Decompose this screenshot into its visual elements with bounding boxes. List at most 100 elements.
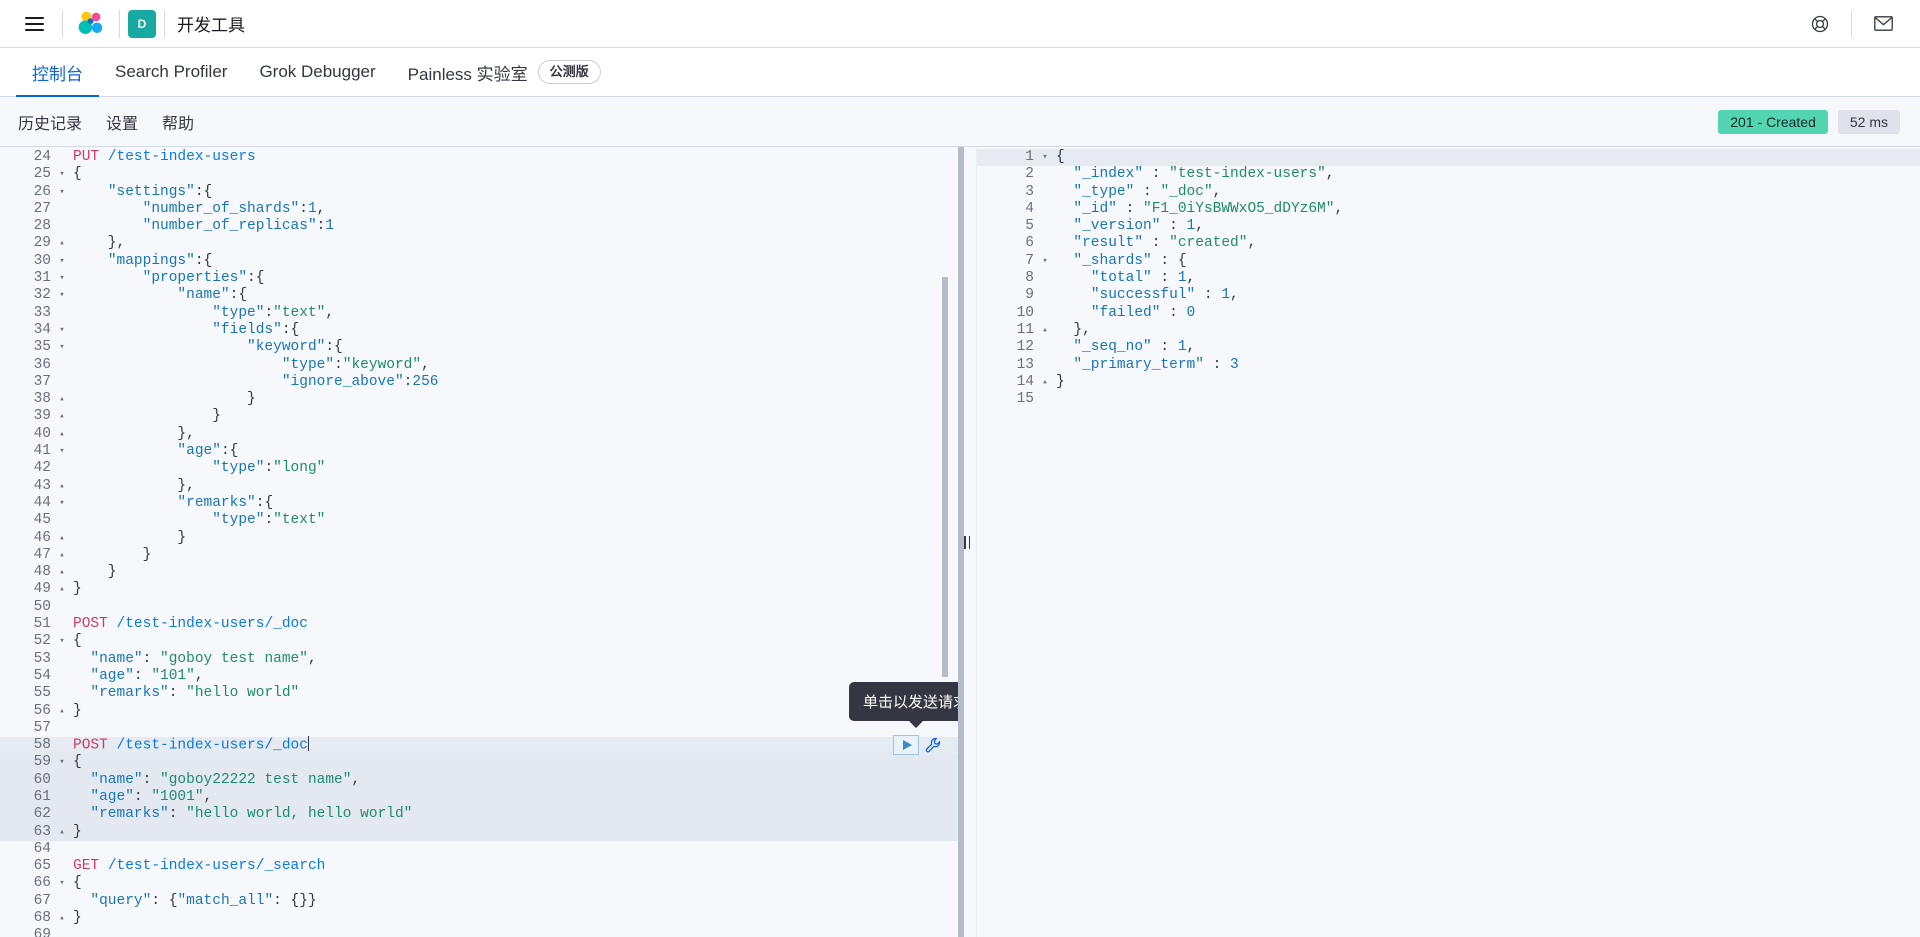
request-line[interactable]: 55 "remarks": "hello world" (0, 685, 958, 702)
tab-grok-debugger[interactable]: Grok Debugger (243, 48, 391, 96)
fold-toggle-icon[interactable]: ▾ (56, 875, 68, 892)
tab-console[interactable]: 控制台 (16, 48, 99, 97)
pane-splitter[interactable] (958, 147, 976, 937)
request-line[interactable]: 41 ▾ "age":{ (0, 443, 958, 460)
fold-toggle-icon[interactable]: ▴ (1039, 374, 1051, 391)
request-line[interactable]: 58 POST /test-index-users/_doc (0, 735, 958, 755)
request-line[interactable]: 28 "number_of_replicas":1 (0, 218, 958, 235)
fold-toggle-icon[interactable]: ▾ (56, 633, 68, 650)
request-line[interactable]: 56 ▴} (0, 703, 958, 720)
request-line[interactable]: 29 ▴ }, (0, 235, 958, 252)
help-lifering-button[interactable] (1797, 0, 1843, 48)
elastic-logo-button[interactable] (71, 4, 111, 44)
request-line[interactable]: 47 ▴ } (0, 547, 958, 564)
response-line[interactable]: 11 ▴ }, (977, 322, 1920, 339)
response-line[interactable]: 3 "_type" : "_doc", (977, 184, 1920, 201)
fold-toggle-icon[interactable]: ▾ (1039, 253, 1051, 270)
response-line[interactable]: 15 (977, 391, 1920, 408)
fold-toggle-icon[interactable]: ▾ (1039, 149, 1051, 166)
response-line[interactable]: 7 ▾ "_shards" : { (977, 253, 1920, 270)
request-line[interactable]: 46 ▴ } (0, 530, 958, 547)
request-line[interactable]: 37 "ignore_above":256 (0, 374, 958, 391)
space-avatar[interactable]: D (128, 9, 156, 38)
request-line[interactable]: 49 ▴} (0, 581, 958, 598)
request-line[interactable]: 63 ▴} (0, 823, 958, 841)
fold-toggle-icon[interactable]: ▾ (56, 166, 68, 183)
request-line[interactable]: 35 ▾ "keyword":{ (0, 339, 958, 356)
fold-toggle-icon[interactable]: ▴ (56, 530, 68, 547)
request-line[interactable]: 42 "type":"long" (0, 460, 958, 477)
request-line[interactable]: 64 (0, 841, 958, 858)
response-line[interactable]: 10 "failed" : 0 (977, 305, 1920, 322)
history-link[interactable]: 历史记录 (16, 110, 94, 134)
play-request-button[interactable] (893, 735, 919, 756)
response-line[interactable]: 4 "_id" : "F1_0iYsBWWxO5_dDYz6M", (977, 201, 1920, 218)
request-line[interactable]: 60 "name": "goboy22222 test name", (0, 771, 958, 789)
request-line[interactable]: 44 ▾ "remarks":{ (0, 495, 958, 512)
help-link[interactable]: 帮助 (150, 110, 206, 134)
fold-toggle-icon[interactable]: ▾ (56, 287, 68, 304)
response-line[interactable]: 5 "_version" : 1, (977, 218, 1920, 235)
fold-toggle-icon[interactable]: ▾ (56, 754, 68, 771)
fold-toggle-icon[interactable]: ▾ (56, 495, 68, 512)
request-editor-code[interactable]: 24 PUT /test-index-users 25 ▾ {26 ▾ "settings… (0, 147, 958, 937)
request-line[interactable]: 59 ▾ { (0, 754, 958, 772)
request-line[interactable]: 69 (0, 927, 958, 937)
response-line[interactable]: 6 "result" : "created", (977, 235, 1920, 252)
request-line[interactable]: 61 "age": "1001", (0, 788, 958, 807)
fold-toggle-icon[interactable]: ▾ (56, 443, 68, 460)
request-line[interactable]: 53 "name": "goboy test name", (0, 651, 958, 668)
editor-scrollbar[interactable] (942, 277, 948, 677)
request-editor-pane[interactable]: 24 PUT /test-index-users 25 ▾ {26 ▾ "settings… (0, 147, 958, 937)
request-line[interactable]: 48 ▴ } (0, 564, 958, 581)
request-line[interactable]: 50 (0, 599, 958, 616)
fold-toggle-icon[interactable]: ▴ (56, 391, 68, 408)
hamburger-menu-button[interactable] (14, 4, 54, 44)
request-line[interactable]: 51 POST /test-index-users/_doc (0, 616, 958, 633)
fold-toggle-icon[interactable]: ▾ (56, 184, 68, 201)
request-line[interactable]: 30 ▾ "mappings":{ (0, 253, 958, 270)
run-request-actions[interactable] (893, 735, 943, 756)
fold-toggle-icon[interactable]: ▴ (56, 564, 68, 581)
request-line[interactable]: 43 ▴ }, (0, 478, 958, 495)
fold-toggle-icon[interactable]: ▾ (56, 339, 68, 356)
fold-toggle-icon[interactable]: ▴ (56, 824, 68, 841)
request-line[interactable]: 34 ▾ "fields":{ (0, 322, 958, 339)
fold-toggle-icon[interactable]: ▴ (56, 581, 68, 598)
open-documentation-button[interactable] (923, 735, 943, 755)
fold-toggle-icon[interactable]: ▴ (56, 426, 68, 443)
request-line[interactable]: 38 ▴ } (0, 391, 958, 408)
request-line[interactable]: 33 "type":"text", (0, 305, 958, 322)
fold-toggle-icon[interactable]: ▴ (56, 910, 68, 927)
request-line[interactable]: 26 ▾ "settings":{ (0, 184, 958, 201)
response-pane[interactable]: 1 ▾{2 "_index" : "test-index-users", 3 "_t… (976, 147, 1920, 937)
request-line[interactable]: 65 GET /test-index-users/_search (0, 858, 958, 875)
request-line[interactable]: 68 ▴} (0, 910, 958, 927)
tab-search-profiler[interactable]: Search Profiler (99, 48, 243, 96)
request-line[interactable]: 57 (0, 720, 958, 737)
fold-toggle-icon[interactable]: ▴ (56, 478, 68, 495)
fold-toggle-icon[interactable]: ▴ (1039, 322, 1051, 339)
request-line[interactable]: 40 ▴ }, (0, 426, 958, 443)
settings-link[interactable]: 设置 (94, 110, 150, 134)
request-line[interactable]: 32 ▾ "name":{ (0, 287, 958, 304)
request-line[interactable]: 45 "type":"text" (0, 512, 958, 529)
response-line[interactable]: 9 "successful" : 1, (977, 287, 1920, 304)
fold-toggle-icon[interactable]: ▴ (56, 235, 68, 252)
request-line[interactable]: 66 ▾ { (0, 875, 958, 892)
request-line[interactable]: 27 "number_of_shards":1, (0, 201, 958, 218)
request-line[interactable]: 39 ▴ } (0, 408, 958, 425)
request-line[interactable]: 67 "query": {"match_all": {}} (0, 893, 958, 910)
tab-painless-lab[interactable]: Painless 实验室 公测版 (392, 48, 617, 96)
mail-envelope-button[interactable] (1860, 0, 1906, 48)
response-line[interactable]: 13 "_primary_term" : 3 (977, 357, 1920, 374)
response-line[interactable]: 14 ▴} (977, 374, 1920, 391)
fold-toggle-icon[interactable]: ▴ (56, 703, 68, 720)
request-line[interactable]: 24 PUT /test-index-users (0, 149, 958, 166)
request-line[interactable]: 62 "remarks": "hello world, hello world" (0, 806, 958, 824)
response-line[interactable]: 2 "_index" : "test-index-users", (977, 166, 1920, 183)
response-line[interactable]: 12 "_seq_no" : 1, (977, 339, 1920, 356)
response-line[interactable]: 8 "total" : 1, (977, 270, 1920, 287)
request-line[interactable]: 54 "age": "101", (0, 668, 958, 685)
response-line[interactable]: 1 ▾ { (977, 149, 1920, 167)
